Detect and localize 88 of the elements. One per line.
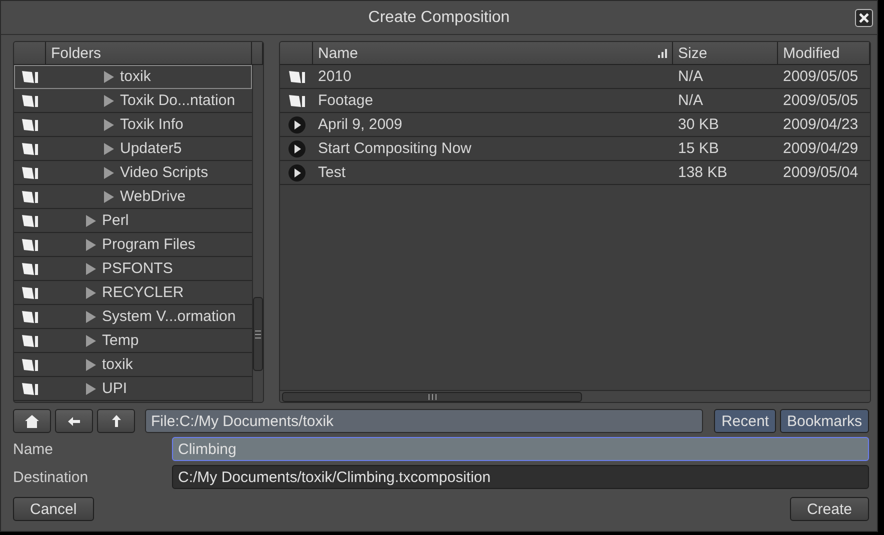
- field-label: Name: [13, 440, 54, 458]
- folder-icon: [21, 118, 39, 132]
- folder-icon: [21, 70, 39, 84]
- folder-label: PSFONTS: [102, 260, 173, 277]
- field-label: Destination: [13, 468, 90, 486]
- folder-icon: [288, 94, 306, 108]
- close-icon: [859, 13, 869, 23]
- back-button[interactable]: [55, 409, 93, 433]
- expand-arrow-icon[interactable]: [104, 166, 114, 178]
- create-button[interactable]: Create: [790, 497, 869, 521]
- folder-label: Program Files: [102, 236, 196, 253]
- back-arrow-icon: [68, 416, 80, 426]
- folder-icon: [21, 262, 39, 276]
- name-cell-text: Footage: [317, 92, 374, 109]
- up-arrow-icon: [112, 415, 120, 427]
- size-cell-text: 15 KB: [677, 140, 720, 157]
- folder-icon: [21, 190, 39, 204]
- size-cell-text: N/A: [677, 92, 704, 109]
- cancel-button[interactable]: Cancel: [13, 497, 94, 521]
- expand-arrow-icon[interactable]: [86, 310, 96, 322]
- play-icon: [288, 164, 306, 182]
- folder-label: WebDrive: [120, 188, 186, 205]
- path-button[interactable]: Bookmarks: [780, 409, 869, 433]
- folder-icon: [21, 382, 39, 396]
- expand-arrow-icon[interactable]: [86, 238, 96, 250]
- folder-icon: [21, 358, 39, 372]
- folder-label: toxik: [120, 68, 151, 85]
- size-cell-text: 30 KB: [677, 116, 720, 133]
- path-button[interactable]: Recent: [714, 409, 776, 433]
- folder-label: toxik: [102, 356, 133, 373]
- expand-arrow-icon[interactable]: [86, 286, 96, 298]
- expand-arrow-icon[interactable]: [86, 214, 96, 226]
- scrollbar-thumb[interactable]: [253, 297, 263, 371]
- grip-icon: [255, 330, 261, 338]
- folder-icon: [21, 286, 39, 300]
- folder-label: Toxik Do...ntation: [120, 92, 236, 109]
- sort-icon[interactable]: [658, 48, 667, 58]
- size-cell-text: N/A: [677, 68, 704, 85]
- folder-label: UPI: [102, 380, 128, 397]
- expand-arrow-icon[interactable]: [104, 94, 114, 106]
- expand-arrow-icon[interactable]: [104, 190, 114, 202]
- play-icon: [288, 116, 306, 134]
- folder-label: Perl: [102, 212, 129, 229]
- folder-icon: [21, 310, 39, 324]
- name-cell-text: Test: [317, 164, 347, 181]
- up-button[interactable]: [97, 409, 135, 433]
- column-header[interactable]: Size: [678, 44, 772, 62]
- expand-arrow-icon[interactable]: [86, 334, 96, 346]
- grip-icon: [428, 394, 436, 400]
- date-cell-text: 2009/04/29: [782, 140, 860, 157]
- date-cell-text: 2009/05/05: [782, 68, 860, 85]
- destination-field[interactable]: C:/My Documents/toxik/Climbing.txcomposition: [172, 465, 869, 489]
- folder-icon: [21, 94, 39, 108]
- column-header[interactable]: Name: [318, 44, 654, 62]
- folder-icon: [21, 166, 39, 180]
- expand-arrow-icon[interactable]: [86, 262, 96, 274]
- play-icon: [288, 140, 306, 158]
- folder-label: Toxik Info: [120, 116, 184, 133]
- folder-icon: [21, 214, 39, 228]
- name-cell-text: Start Compositing Now: [317, 140, 472, 157]
- home-button[interactable]: [13, 409, 51, 433]
- folder-label: System V...ormation: [102, 308, 236, 325]
- expand-arrow-icon[interactable]: [104, 118, 114, 130]
- window-title: Create Composition: [368, 8, 510, 26]
- scrollbar-thumb[interactable]: [282, 392, 582, 402]
- name-cell-text: April 9, 2009: [317, 116, 404, 133]
- expand-arrow-icon[interactable]: [86, 358, 96, 370]
- column-header[interactable]: Modified: [783, 44, 864, 62]
- home-icon: [25, 414, 39, 428]
- close-button[interactable]: [855, 9, 873, 27]
- date-cell-text: 2009/05/04: [782, 164, 860, 181]
- folder-icon: [21, 142, 39, 156]
- folder-label: Video Scripts: [120, 164, 208, 181]
- folder-icon: [21, 334, 39, 348]
- folder-label: RECYCLER: [102, 284, 184, 301]
- folder-icon: [21, 238, 39, 252]
- expand-arrow-icon[interactable]: [86, 382, 96, 394]
- folder-label: Temp: [102, 332, 139, 349]
- size-cell-text: 138 KB: [677, 164, 728, 181]
- path-field[interactable]: File:C:/My Documents/toxik: [145, 409, 704, 433]
- expand-arrow-icon[interactable]: [104, 142, 114, 154]
- folder-label: Updater5: [120, 140, 182, 157]
- expand-arrow-icon[interactable]: [104, 70, 114, 82]
- folder-icon: [288, 70, 306, 84]
- date-cell-text: 2009/04/23: [782, 116, 860, 133]
- name-cell-text: 2010: [317, 68, 352, 85]
- folder-row[interactable]: toxik: [14, 65, 252, 89]
- date-cell-text: 2009/05/05: [782, 92, 860, 109]
